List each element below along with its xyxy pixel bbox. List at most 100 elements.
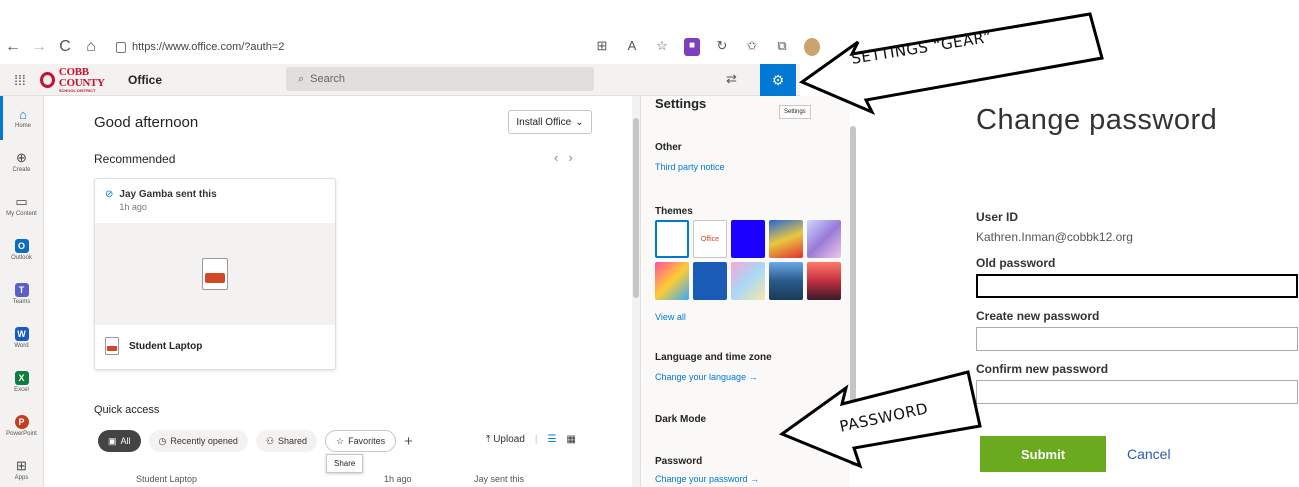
table-row[interactable]: Student Laptop 1h ago Jay sent this	[94, 474, 614, 484]
language-heading: Language and time zone	[655, 352, 772, 363]
card-time: 1h ago	[119, 202, 147, 212]
card-file-name[interactable]: Student Laptop	[129, 341, 202, 352]
theme-puzzle[interactable]	[693, 262, 727, 300]
rail-label: Home	[14, 123, 31, 129]
chevron-down-icon: ⌄	[575, 116, 584, 128]
app-name[interactable]: Office	[128, 73, 228, 87]
confirm-password-field[interactable]	[976, 380, 1298, 404]
filter-favorites[interactable]: ☆ Favorites	[325, 430, 397, 452]
theme-pastel[interactable]	[731, 262, 765, 300]
split-screen-icon[interactable]: ⊞	[594, 38, 610, 56]
gear-icon: ⚙	[771, 71, 785, 88]
scrollbar-thumb[interactable]	[633, 118, 639, 298]
refresh-extension-icon[interactable]: ↻	[714, 38, 730, 56]
rail-label: Excel	[14, 387, 29, 393]
filter-all[interactable]: ▣ All	[98, 430, 141, 452]
extension-icon[interactable]: ■	[684, 38, 700, 56]
old-password-field[interactable]	[976, 274, 1298, 298]
row-sender: Jay sent this	[474, 474, 525, 484]
chevron-left-icon[interactable]: ‹	[554, 150, 568, 165]
rail-item-word[interactable]: W Word	[0, 316, 43, 360]
filter-shared[interactable]: ⚇ Shared	[255, 430, 318, 452]
filter-label: Recently opened	[170, 436, 238, 446]
rail-item-teams[interactable]: T Teams	[0, 272, 43, 316]
theme-swirl[interactable]	[807, 220, 841, 258]
rail-item-excel[interactable]: X Excel	[0, 360, 43, 404]
file-preview[interactable]	[95, 223, 335, 325]
other-heading: Other	[655, 142, 682, 153]
rail-label: My Content	[6, 211, 37, 217]
cancel-link[interactable]: Cancel	[1127, 446, 1171, 462]
logo-mark-icon	[40, 71, 55, 88]
settings-gear-annotation: SETTINGS “GEAR”	[850, 27, 994, 68]
install-office-button[interactable]: Install Office ⌄	[508, 110, 592, 134]
rail-item-powerpoint[interactable]: P PowerPoint	[0, 404, 43, 448]
change-password-link[interactable]: Change your password →	[655, 474, 759, 484]
plus-circle-icon: ⊕	[16, 150, 27, 165]
excel-icon: X	[14, 371, 29, 385]
favorite-star-icon[interactable]: ☆	[654, 38, 670, 56]
main-scrollbar[interactable]	[632, 96, 640, 487]
grid-view-icon[interactable]: ▦	[566, 434, 575, 445]
people-icon: ⚇	[265, 435, 275, 446]
third-party-link[interactable]: Third party notice	[655, 162, 725, 172]
back-button[interactable]: ←	[0, 38, 26, 56]
powerpoint-icon: P	[14, 415, 29, 429]
home-button[interactable]: ⌂	[78, 38, 104, 56]
rail-item-outlook[interactable]: O Outlook	[0, 228, 43, 272]
folder-icon: ▭	[15, 194, 28, 209]
home-icon: ⌂	[19, 106, 27, 122]
quick-access-filters: ▣ All ◷ Recently opened ⚇ Shared ☆ Favor…	[98, 430, 413, 452]
outlook-icon: O	[14, 239, 29, 253]
forward-button[interactable]: →	[26, 38, 52, 56]
rail-item-home[interactable]: ⌂ Home	[0, 96, 43, 140]
theme-art[interactable]	[655, 262, 689, 300]
share-tooltip: Share	[326, 454, 364, 473]
new-password-field[interactable]	[976, 327, 1298, 351]
rail-label: Word	[14, 343, 29, 349]
view-all-themes-link[interactable]: View all	[655, 312, 686, 322]
theme-white[interactable]	[655, 220, 689, 258]
collections-icon[interactable]: ⧉	[774, 38, 790, 56]
upload-toolbar: ⤒ Upload | ☰ ▦	[486, 434, 576, 445]
app-launcher-icon[interactable]: ⁞⁞⁞	[0, 72, 40, 88]
recommended-heading: Recommended	[94, 152, 176, 166]
favorites-bar-icon[interactable]: ✩	[744, 38, 760, 56]
rail-item-create[interactable]: ⊕ Create	[0, 140, 43, 184]
attachment-icon: ⊘	[105, 189, 114, 200]
rail-item-my-content[interactable]: ▭ My Content	[0, 184, 43, 228]
filter-label: Shared	[278, 436, 308, 446]
settings-gear-button[interactable]: ⚙	[760, 64, 796, 96]
submit-button[interactable]: Submit	[980, 436, 1106, 472]
add-filter-button[interactable]: +	[404, 433, 413, 450]
recommended-file-card[interactable]: ⊘ Jay Gamba sent this 1h ago Student Lap…	[94, 178, 336, 370]
filter-recently-opened[interactable]: ◷ Recently opened	[148, 430, 248, 452]
profile-avatar[interactable]	[804, 38, 820, 56]
lock-icon	[116, 41, 126, 53]
address-field[interactable]: https://www.office.com/?auth=2	[116, 41, 284, 53]
apps-grid-icon: ⊞	[16, 458, 27, 473]
greeting-heading: Good afternoon	[94, 114, 199, 131]
rail-item-apps[interactable]: ⊞ Apps	[0, 448, 43, 487]
all-icon: ▣	[108, 435, 117, 446]
theme-rainbow[interactable]	[769, 220, 803, 258]
school-logo[interactable]: COBB COUNTY SCHOOL DISTRICT	[40, 66, 128, 93]
theme-mountain[interactable]	[769, 262, 803, 300]
quick-access-heading: Quick access	[94, 404, 160, 416]
theme-sunset[interactable]	[807, 262, 841, 300]
search-input[interactable]: ⌕ Search	[286, 67, 594, 91]
feedback-icon[interactable]: ⇄	[726, 71, 737, 87]
clock-icon: ◷	[158, 435, 167, 446]
list-view-icon[interactable]: ☰	[548, 434, 557, 445]
carousel-arrows: ‹›	[554, 150, 583, 165]
reload-button[interactable]: C	[52, 38, 78, 56]
chevron-right-icon[interactable]: ›	[568, 150, 582, 165]
upload-button[interactable]: ⤒ Upload	[486, 434, 525, 445]
upload-label: Upload	[493, 434, 525, 445]
theme-office[interactable]: Office	[693, 220, 727, 258]
powerpoint-file-icon	[202, 258, 228, 290]
theme-blue[interactable]	[731, 220, 765, 258]
read-aloud-icon[interactable]: A	[624, 38, 640, 56]
user-id-label: User ID	[976, 210, 1019, 224]
change-language-link[interactable]: Change your language →	[655, 372, 758, 382]
